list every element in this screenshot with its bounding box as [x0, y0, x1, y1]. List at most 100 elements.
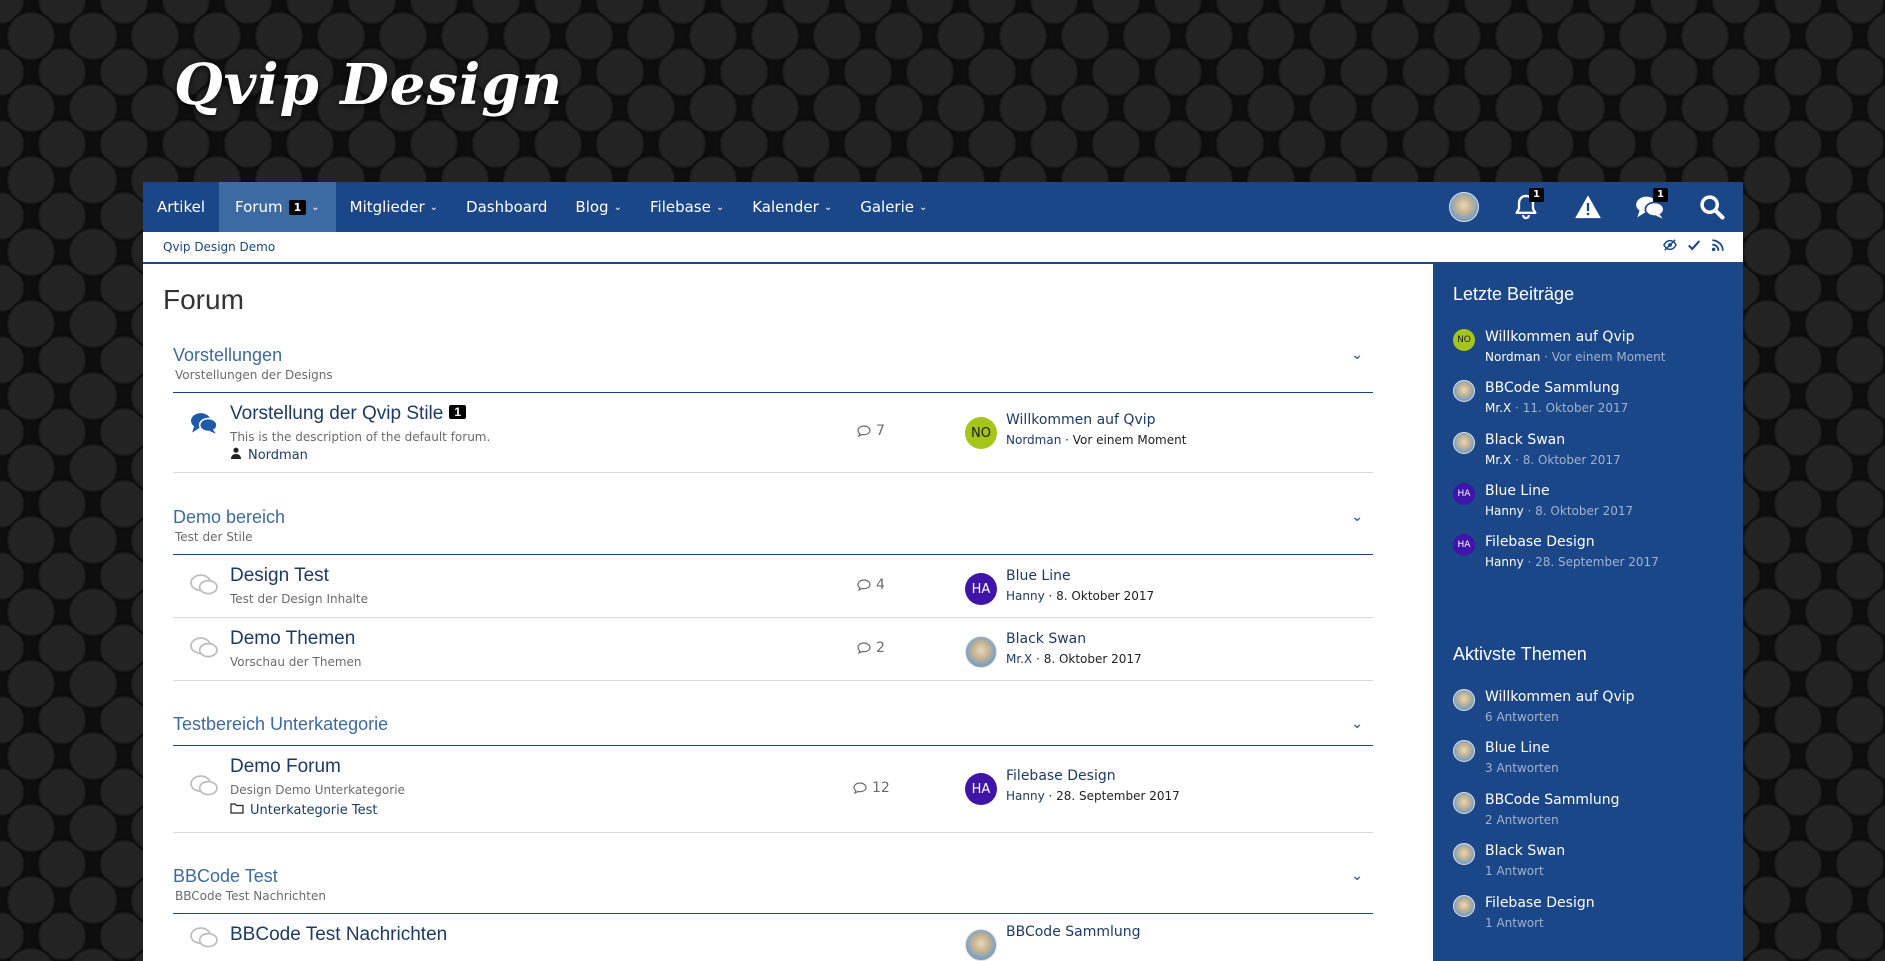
nav-item-mitglieder[interactable]: Mitglieder ⌄: [336, 182, 452, 232]
sidebar-post-title[interactable]: Blue Line: [1485, 483, 1550, 499]
user-icon: [230, 447, 242, 463]
board-description: Test der Design Inhalte: [230, 592, 368, 606]
sidebar-post-title[interactable]: Willkommen auf Qvip: [1485, 329, 1635, 345]
sidebar-post-item: HA Blue Line Hanny · 8. Oktober 2017: [1453, 483, 1733, 533]
chat-bubbles-outline-icon: [189, 926, 219, 956]
user-menu-button[interactable]: [1433, 182, 1495, 232]
avatar[interactable]: [1453, 689, 1475, 711]
board-moderator[interactable]: Nordman: [230, 447, 308, 463]
thread-count-value: 4: [876, 577, 885, 593]
sidebar-heading-latest: Letzte Beiträge: [1453, 284, 1575, 304]
chevron-down-icon[interactable]: ⌄: [1351, 716, 1363, 732]
moderation-button[interactable]: [1557, 182, 1619, 232]
sidebar-topic-title[interactable]: Black Swan: [1485, 843, 1565, 859]
board-title[interactable]: Design Test: [230, 565, 329, 587]
sidebar-post-title[interactable]: Black Swan: [1485, 432, 1565, 448]
last-post-meta: Hanny · 28. September 2017: [1006, 789, 1180, 803]
unread-badge: 1: [449, 405, 467, 419]
sidebar-post-title[interactable]: BBCode Sammlung: [1485, 380, 1620, 396]
nav-item-forum[interactable]: Forum 1 ⌄: [219, 182, 336, 232]
last-post-user[interactable]: Nordman: [1006, 433, 1061, 447]
last-post-date: 8. Oktober 2017: [1043, 652, 1142, 666]
sidebar-post-item: NO Willkommen auf Qvip Nordman · Vor ein…: [1453, 329, 1733, 379]
board-row: Demo Themen Vorschau der Themen 2 Black …: [173, 618, 1373, 681]
sidebar-post-meta: Hanny · 28. September 2017: [1485, 555, 1659, 569]
nav-item-kalender[interactable]: Kalender ⌄: [738, 182, 846, 232]
avatar[interactable]: [1453, 380, 1475, 402]
avatar[interactable]: [965, 636, 997, 668]
chevron-down-icon[interactable]: ⌄: [1351, 868, 1363, 884]
nav-item-filebase[interactable]: Filebase ⌄: [636, 182, 738, 232]
avatar[interactable]: [1453, 792, 1475, 814]
conversations-button[interactable]: 1: [1619, 182, 1681, 232]
last-post-user[interactable]: Hanny: [1006, 589, 1045, 603]
sidebar-post-user[interactable]: Hanny: [1485, 504, 1524, 518]
category-title[interactable]: Demo bereich: [173, 507, 1373, 528]
board-title[interactable]: Vorstellung der Qvip Stile 1: [230, 403, 467, 425]
avatar[interactable]: [1453, 740, 1475, 762]
search-button[interactable]: [1681, 182, 1743, 232]
avatar[interactable]: [1453, 432, 1475, 454]
avatar[interactable]: [1453, 895, 1475, 917]
last-post-title[interactable]: Willkommen auf Qvip: [1006, 412, 1156, 428]
sidebar-post-user[interactable]: Nordman: [1485, 350, 1540, 364]
site-logo[interactable]: Qvip Design: [174, 52, 563, 118]
sidebar-topic-replies: 3 Antworten: [1485, 761, 1559, 775]
sidebar-post-user[interactable]: Mr.X: [1485, 401, 1511, 415]
avatar[interactable]: HA: [965, 573, 997, 605]
board-title[interactable]: Demo Forum: [230, 756, 341, 778]
sidebar-topic-item: Black Swan 1 Antwort: [1453, 843, 1733, 893]
category-title[interactable]: Vorstellungen: [173, 345, 1373, 366]
last-post-title[interactable]: BBCode Sammlung: [1006, 924, 1141, 940]
board-row: Design Test Test der Design Inhalte 4 HA…: [173, 555, 1373, 618]
last-post-title[interactable]: Black Swan: [1006, 631, 1086, 647]
sidebar-topic-item: Willkommen auf Qvip 6 Antworten: [1453, 689, 1733, 739]
breadcrumb-link[interactable]: Qvip Design Demo: [163, 240, 275, 254]
user-avatar: [1449, 192, 1479, 222]
last-post-title[interactable]: Blue Line: [1006, 568, 1071, 584]
category-header: Demo bereich Test der Stile ⌄: [173, 507, 1373, 555]
rss-icon[interactable]: [1711, 238, 1725, 256]
board-title[interactable]: BBCode Test Nachrichten: [230, 924, 447, 946]
subforum-link[interactable]: Unterkategorie Test: [230, 802, 377, 818]
sidebar-topic-title[interactable]: Willkommen auf Qvip: [1485, 689, 1635, 705]
last-post-date: 28. September 2017: [1056, 789, 1180, 803]
category-description: BBCode Test Nachrichten: [175, 889, 326, 903]
board-title[interactable]: Demo Themen: [230, 628, 355, 650]
avatar[interactable]: [965, 929, 997, 961]
sidebar-post-user[interactable]: Hanny: [1485, 555, 1524, 569]
checkmark-icon[interactable]: [1687, 238, 1701, 256]
last-post-user[interactable]: Mr.X: [1006, 652, 1032, 666]
category-description: Test der Stile: [175, 530, 253, 544]
last-post-title[interactable]: Filebase Design: [1006, 768, 1116, 784]
chevron-down-icon[interactable]: ⌄: [1351, 347, 1363, 363]
avatar[interactable]: NO: [1453, 329, 1475, 351]
sidebar-post-title[interactable]: Filebase Design: [1485, 534, 1595, 550]
nav-label: Blog: [575, 198, 609, 216]
last-post-user[interactable]: Hanny: [1006, 789, 1045, 803]
sidebar-post-user[interactable]: Mr.X: [1485, 453, 1511, 467]
sidebar-topic-title[interactable]: Blue Line: [1485, 740, 1550, 756]
avatar[interactable]: HA: [965, 773, 997, 805]
avatar[interactable]: HA: [1453, 483, 1475, 505]
user-panel: 1 1: [1433, 182, 1743, 232]
category-title[interactable]: Testbereich Unterkategorie: [173, 714, 1373, 735]
nav-item-artikel[interactable]: Artikel: [143, 182, 219, 232]
thread-count-value: 2: [876, 640, 885, 656]
chat-bubbles-icon: [189, 411, 219, 441]
sidebar-post-item: BBCode Sammlung Mr.X · 11. Oktober 2017: [1453, 380, 1733, 430]
chevron-down-icon: ⌄: [429, 201, 439, 213]
nav-item-blog[interactable]: Blog ⌄: [561, 182, 636, 232]
category-title[interactable]: BBCode Test: [173, 866, 1373, 887]
sidebar-topic-title[interactable]: BBCode Sammlung: [1485, 792, 1620, 808]
avatar[interactable]: NO: [965, 417, 997, 449]
nav-item-galerie[interactable]: Galerie ⌄: [846, 182, 941, 232]
conversations-badge: 1: [1653, 188, 1668, 202]
notifications-button[interactable]: 1: [1495, 182, 1557, 232]
eye-slash-icon[interactable]: [1663, 238, 1677, 256]
sidebar-topic-title[interactable]: Filebase Design: [1485, 895, 1595, 911]
avatar[interactable]: HA: [1453, 534, 1475, 556]
avatar[interactable]: [1453, 843, 1475, 865]
chevron-down-icon[interactable]: ⌄: [1351, 509, 1363, 525]
nav-item-dashboard[interactable]: Dashboard: [452, 182, 561, 232]
